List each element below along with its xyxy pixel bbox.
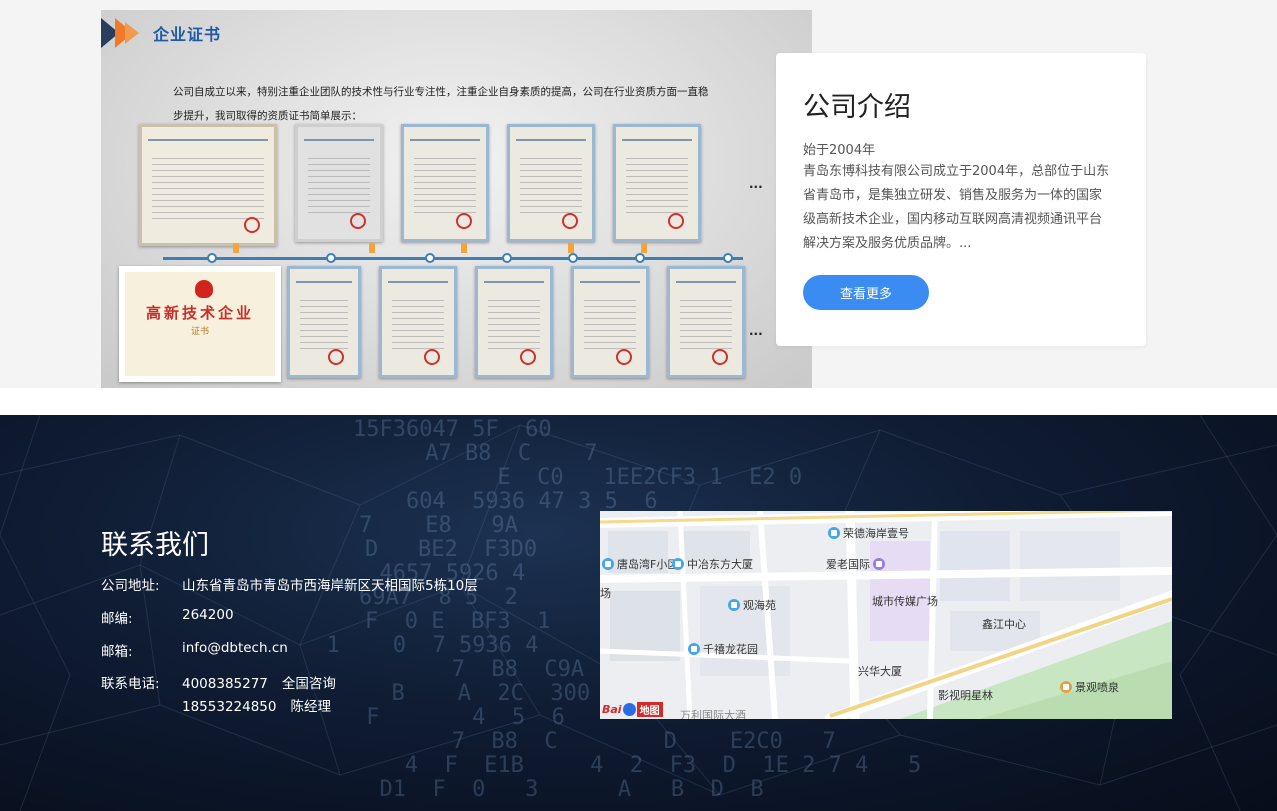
timeline-arrow	[369, 243, 375, 253]
certificate-panel: 企业证书 公司自成立以来，特别注重企业团队的技术性与行业专注性，注重企业自身素质…	[101, 10, 812, 388]
contact-title: 联系我们	[101, 530, 209, 561]
map-poi[interactable]: 影视明星林	[938, 687, 993, 703]
phone-number-2[interactable]: 18553224850	[182, 699, 276, 715]
map-poi[interactable]: 万利国际大酒	[680, 707, 746, 719]
certificate-intro: 公司自成立以来，特别注重企业团队的技术性与行业专注性，注重企业自身素质的提高，公…	[173, 80, 753, 128]
timeline-arrow	[233, 243, 239, 253]
chevron-arrow-icon	[101, 18, 139, 48]
seal-icon	[712, 349, 728, 365]
certificate-image[interactable]	[295, 124, 383, 242]
timeline-dot	[326, 253, 336, 263]
company-intro-card: 公司介绍 始于2004年 青岛东博科技有限公司成立于2004年，总部位于山东省青…	[776, 53, 1146, 346]
certificate-row-1	[139, 124, 719, 246]
email-label: 邮箱:	[101, 644, 133, 660]
intro-body: 青岛东博科技有限公司成立于2004年，总部位于山东省青岛市，是集独立研发、销售及…	[803, 164, 1110, 251]
seal-icon	[668, 213, 684, 229]
timeline-dot	[425, 253, 435, 263]
baidu-map-logo: Bai 地图	[602, 702, 663, 717]
honor-subtitle: 证书	[190, 327, 209, 337]
timeline-dot	[723, 253, 733, 263]
seal-icon	[328, 349, 344, 365]
map-poi[interactable]: 鑫江中心	[982, 616, 1026, 632]
view-more-button[interactable]: 查看更多	[803, 275, 929, 310]
timeline-bar	[163, 243, 743, 263]
certificate-heading-text: 企业证书	[153, 25, 222, 44]
certificate-heading: 企业证书	[101, 18, 221, 48]
map-poi[interactable]: 千禧龙花园	[688, 641, 758, 657]
certificate-image[interactable]	[401, 124, 489, 242]
certificate-image[interactable]	[287, 266, 361, 378]
map-poi[interactable]: 中冶东方大厦	[672, 556, 753, 572]
phone-value-2: 18553224850 陈经理	[182, 695, 331, 715]
postcode-value: 264200	[182, 607, 234, 623]
phone-label: 联系电话:	[101, 676, 160, 692]
map-poi[interactable]: 唐岛湾F小区	[602, 556, 678, 572]
certificate-image[interactable]	[571, 266, 649, 378]
postcode-label: 邮编:	[101, 611, 133, 627]
certificate-row-2: 高新技术企业 证书	[119, 266, 763, 382]
seal-icon	[562, 213, 578, 229]
timeline-dot	[635, 253, 645, 263]
certificate-image[interactable]	[139, 124, 277, 246]
more-dots: ...	[749, 177, 763, 191]
more-dots: ...	[749, 324, 763, 338]
location-map[interactable]: 荣德海岸壹号 唐岛湾F小区 中冶东方大厦 爱老国际 观海苑 城市传媒广场 鑫江中…	[600, 511, 1172, 719]
certificate-image[interactable]	[613, 124, 701, 242]
map-pin-icon	[688, 643, 700, 655]
map-pin-icon	[672, 558, 684, 570]
seal-icon	[616, 349, 632, 365]
map-poi[interactable]: 观海苑	[728, 597, 776, 613]
seal-icon	[424, 349, 440, 365]
honor-title: 高新技术企业	[145, 304, 254, 322]
certificate-image[interactable]	[475, 266, 553, 378]
seal-icon	[520, 349, 536, 365]
timeline-dot	[502, 253, 512, 263]
map-pin-icon	[602, 558, 614, 570]
seal-icon	[350, 213, 366, 229]
phone-value-1: 4008385277 全国咨询	[182, 672, 336, 692]
timeline-dot	[568, 253, 578, 263]
map-poi[interactable]: 爱老国际	[826, 556, 888, 572]
high-tech-certificate[interactable]: 高新技术企业 证书	[119, 266, 281, 382]
map-poi[interactable]: 城市传媒广场	[872, 593, 938, 609]
map-poi[interactable]: 兴华大厦	[858, 663, 902, 679]
phone-note-1: 全国咨询	[281, 676, 336, 692]
map-poi[interactable]: 场	[600, 585, 611, 601]
map-pin-icon	[873, 558, 885, 570]
address-value: 山东省青岛市青岛市西海岸新区天相国际5栋10层	[182, 578, 478, 594]
map-pin-icon	[728, 599, 740, 611]
certificate-intro-line1: 公司自成立以来，特别注重企业团队的技术性与行业专注性，注重企业自身素质的提高，公…	[173, 86, 709, 98]
phone-number-1[interactable]: 4008385277	[182, 676, 268, 692]
map-poi[interactable]: 景观喷泉	[1060, 679, 1119, 695]
section-divider	[0, 388, 1277, 415]
intro-title: 公司介绍	[803, 92, 911, 123]
timeline-arrow	[568, 243, 574, 253]
email-value[interactable]: info@dbtech.cn	[182, 640, 288, 656]
map-pin-icon	[1060, 681, 1072, 693]
intro-year: 始于2004年	[803, 143, 876, 158]
contact-section: 15F36047 5F 60 A7 B8 C 7 E C0 1EE2CF3 1 …	[0, 415, 1277, 811]
certificate-image[interactable]	[507, 124, 595, 242]
map-poi[interactable]: 荣德海岸壹号	[828, 525, 909, 541]
timeline-arrow	[641, 243, 647, 253]
certificate-image[interactable]	[667, 266, 745, 378]
seal-icon	[244, 217, 260, 233]
flame-logo-icon	[195, 280, 213, 298]
seal-icon	[456, 213, 472, 229]
paw-icon	[622, 703, 636, 716]
phone-note-2: 陈经理	[290, 699, 331, 715]
top-section: 企业证书 公司自成立以来，特别注重企业团队的技术性与行业专注性，注重企业自身素质…	[0, 0, 1277, 388]
certificate-image[interactable]	[379, 266, 457, 378]
map-pin-icon	[828, 527, 840, 539]
timeline-dot	[207, 253, 217, 263]
address-label: 公司地址:	[101, 578, 160, 594]
timeline-arrow	[461, 243, 467, 253]
